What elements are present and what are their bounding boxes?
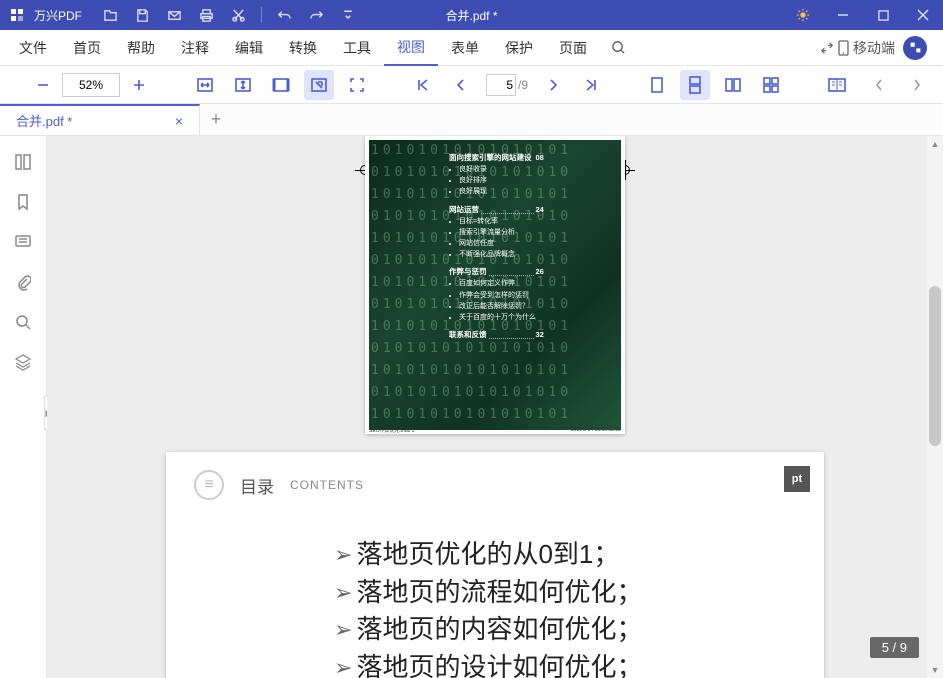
main-area: ▶ 10101010101010101 01010101010101010 10… [0,136,943,678]
corner-badge: pt [784,466,810,492]
page-total: /9 [518,78,528,92]
menu-item-2[interactable]: 帮助 [114,30,168,66]
page-footer: SEO作弊优化.indd 3 2011-8-24 10:06:33.32 [369,427,621,434]
first-page-button[interactable] [408,70,438,100]
menu-item-0[interactable]: 文件 [6,30,60,66]
prev-page-button[interactable] [446,70,476,100]
search-panel-icon[interactable] [5,304,41,340]
app-logo-icon [6,4,28,26]
page-content: 面向搜索引擎的网站建设08良好收录良好排序良好展现网站运营24目标=转化率搜索引… [449,146,544,341]
overflow-next-icon[interactable] [902,70,932,100]
list-item: ➢落地页的内容如何优化； [334,611,796,649]
minimize-button[interactable] [823,0,863,30]
menu-item-3[interactable]: 注释 [168,30,222,66]
theme-icon[interactable] [783,0,823,30]
menubar: 文件首页帮助注释编辑转换工具视图表单保护页面 移动端 [0,30,943,66]
single-page-icon[interactable] [642,70,672,100]
undo-icon[interactable] [268,0,300,30]
app-name: 万兴PDF [34,7,82,24]
search-menu-icon[interactable] [600,30,636,66]
list-item: ➢落地页优化的从0到1； [334,536,796,574]
menu-item-4[interactable]: 编辑 [222,30,276,66]
page-subtitle: CONTENTS [290,478,364,492]
zoom-in-button[interactable] [124,70,154,100]
menu-item-9[interactable]: 保护 [492,30,546,66]
zoom-input[interactable] [62,73,120,97]
zoom-group [10,66,172,104]
pdf-page: 10101010101010101 01010101010101010 1010… [365,136,625,434]
menu-item-10[interactable]: 页面 [546,30,600,66]
read-mode-icon[interactable] [822,70,852,100]
mobile-link[interactable]: 移动端 [820,38,895,58]
layout-group [624,66,804,104]
brand-icon[interactable] [903,36,927,60]
next-page-button[interactable] [538,70,568,100]
menu-item-1[interactable]: 首页 [60,30,114,66]
page-title: 目录 [240,473,274,498]
actual-size-icon[interactable] [304,70,334,100]
vertical-scrollbar[interactable]: ▲ ▼ [927,136,943,678]
menu-item-6[interactable]: 工具 [330,30,384,66]
tab-close-icon[interactable]: × [171,113,187,129]
last-page-button[interactable] [576,70,606,100]
attachments-icon[interactable] [5,264,41,300]
page-indicator: 5 / 9 [870,637,919,658]
continuous-page-icon[interactable] [680,70,710,100]
maximize-button[interactable] [863,0,903,30]
list-item: ➢落地页的设计如何优化； [334,649,796,678]
page-nav-group: /9 [390,66,624,104]
menu-item-7[interactable]: 视图 [384,30,438,66]
read-mode-group [804,66,860,104]
open-file-icon[interactable] [94,0,126,30]
thumbnails-icon[interactable] [5,144,41,180]
toolbar-overflow [860,70,936,100]
pdf-page: pt ≡ 目录 CONTENTS ➢落地页优化的从0到1；➢落地页的流程如何优化… [166,452,824,678]
close-button[interactable] [903,0,943,30]
document-tab[interactable]: 合并.pdf * × [0,104,200,135]
page-number-input[interactable] [486,74,516,96]
cut-icon[interactable] [222,0,254,30]
view-toolbar: /9 [0,66,943,104]
fullscreen-icon[interactable] [342,70,372,100]
document-title: 合并.pdf * [445,7,497,24]
zoom-out-button[interactable] [28,70,58,100]
page-header: ≡ 目录 CONTENTS [194,470,796,500]
two-page-continuous-icon[interactable] [756,70,786,100]
document-viewport[interactable]: 10101010101010101 01010101010101010 1010… [47,136,943,678]
bookmarks-icon[interactable] [5,184,41,220]
menu-item-8[interactable]: 表单 [438,30,492,66]
mobile-label: 移动端 [853,38,895,58]
scrollbar-thumb[interactable] [929,286,941,446]
two-page-icon[interactable] [718,70,748,100]
separator [254,0,268,30]
print-icon[interactable] [190,0,222,30]
save-icon[interactable] [126,0,158,30]
contents-list: ➢落地页优化的从0到1；➢落地页的流程如何优化；➢落地页的内容如何优化；➢落地页… [194,536,796,678]
fit-group [172,66,390,104]
comments-icon[interactable] [5,224,41,260]
titlebar: 万兴PDF 合并.pdf * [0,0,943,30]
new-tab-button[interactable]: + [200,104,232,136]
overflow-prev-icon[interactable] [864,70,894,100]
fit-height-icon[interactable] [228,70,258,100]
page-header-icon: ≡ [194,470,224,500]
menu-item-5[interactable]: 转换 [276,30,330,66]
redo-icon[interactable] [300,0,332,30]
layers-icon[interactable] [5,344,41,380]
quick-access-toolbar [94,0,364,30]
sidebar: ▶ [0,136,47,678]
qat-dropdown-icon[interactable] [332,0,364,30]
list-item: ➢落地页的流程如何优化； [334,574,796,612]
mail-icon[interactable] [158,0,190,30]
window-controls [783,0,943,30]
scroll-up-icon[interactable]: ▲ [927,136,943,152]
tabstrip: 合并.pdf * × + [0,104,943,136]
fit-page-icon[interactable] [266,70,296,100]
tab-label: 合并.pdf * [16,111,72,130]
fit-width-icon[interactable] [190,70,220,100]
scroll-down-icon[interactable]: ▼ [927,662,943,678]
